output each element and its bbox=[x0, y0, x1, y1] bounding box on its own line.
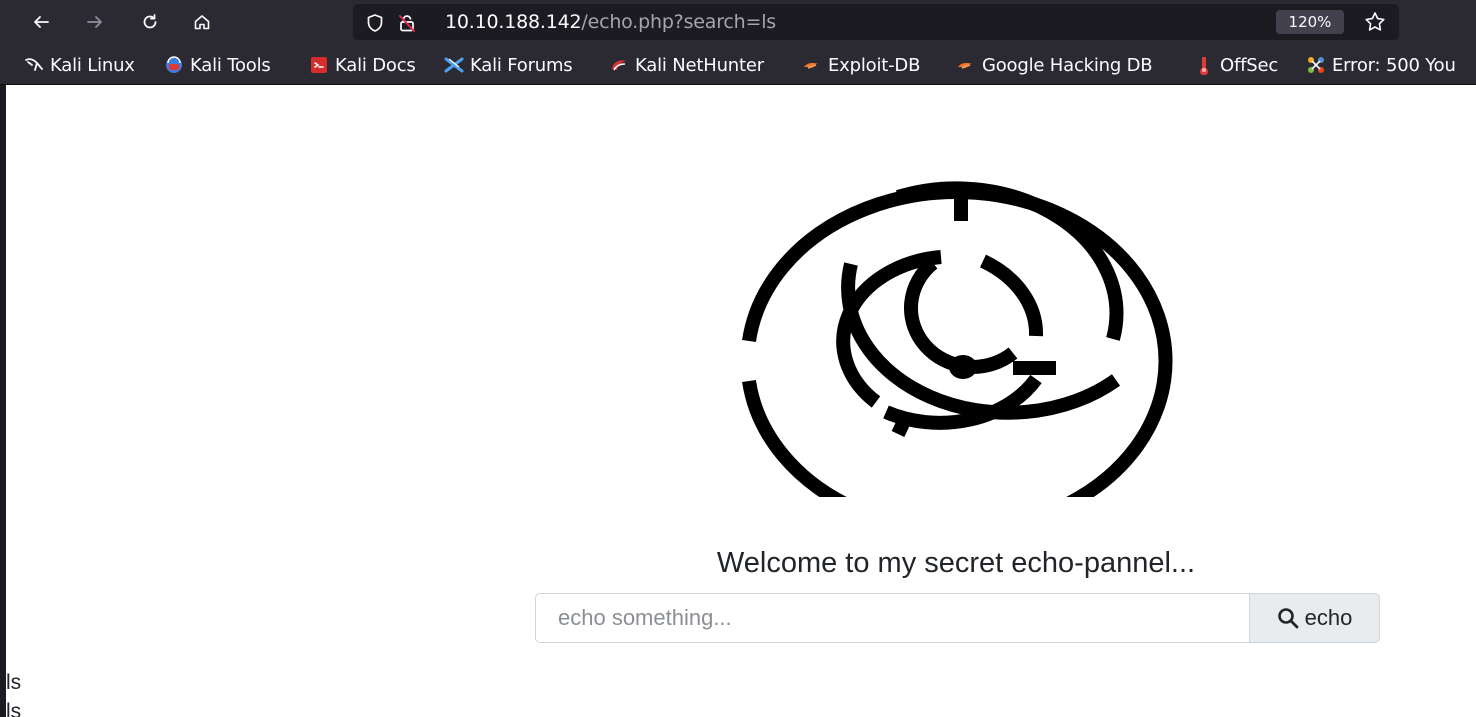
arrow-left-icon bbox=[34, 16, 49, 28]
address-bar[interactable]: 10.10.188.142/echo.php?search=ls 120% bbox=[353, 4, 1399, 40]
maze-icon bbox=[742, 181, 1173, 497]
browser-toolbar: 10.10.188.142/echo.php?search=ls 120% bbox=[0, 0, 1476, 44]
bookmark-label: OffSec bbox=[1220, 54, 1279, 76]
bookmark-exploit-db[interactable]: Exploit-DB bbox=[802, 54, 920, 76]
kali-docs-icon bbox=[311, 57, 327, 73]
insecure-lock-icon[interactable] bbox=[397, 13, 417, 33]
url-text[interactable]: 10.10.188.142/echo.php?search=ls bbox=[445, 11, 776, 33]
bookmark-label: Error: 500 You bbox=[1332, 54, 1456, 76]
echo-search-form: echo bbox=[535, 593, 1380, 643]
echo-button[interactable]: echo bbox=[1249, 593, 1380, 643]
forward-button[interactable] bbox=[81, 8, 109, 36]
page-viewport: Welcome to my secret echo-pannel... echo… bbox=[6, 85, 1476, 717]
bookmark-label: Kali Forums bbox=[470, 54, 573, 76]
echo-output: ls ls bbox=[6, 668, 21, 717]
kali-tools-icon bbox=[166, 56, 182, 73]
url-host: 10.10.188.142 bbox=[445, 11, 582, 33]
tracking-shield-icon[interactable] bbox=[365, 13, 385, 33]
maze-center-dot bbox=[949, 355, 977, 379]
bookmark-label: Kali NetHunter bbox=[635, 54, 764, 76]
bookmark-label: Kali Tools bbox=[190, 54, 271, 76]
bookmark-error-500[interactable]: Error: 500 You bbox=[1306, 54, 1456, 76]
home-button[interactable] bbox=[188, 8, 216, 36]
welcome-heading: Welcome to my secret echo-pannel... bbox=[716, 547, 1196, 579]
search-icon bbox=[1277, 608, 1299, 629]
arrow-right-icon bbox=[87, 16, 102, 28]
back-button[interactable] bbox=[27, 8, 55, 36]
bookmark-kali-linux[interactable]: Kali Linux bbox=[24, 54, 135, 76]
ghdb-icon bbox=[958, 63, 972, 69]
bookmark-kali-tools[interactable]: Kali Tools bbox=[164, 54, 271, 76]
echo-input[interactable] bbox=[535, 593, 1249, 643]
bookmark-offsec[interactable]: OffSec bbox=[1194, 54, 1278, 76]
bookmark-label: Kali Linux bbox=[50, 54, 135, 76]
bookmark-label: Exploit-DB bbox=[828, 54, 921, 76]
maze-ring-3 bbox=[979, 254, 1044, 337]
maze-outer-ring bbox=[742, 185, 1173, 497]
maze-connector-bottom bbox=[891, 409, 915, 438]
exploit-db-icon bbox=[804, 63, 818, 69]
bookmark-google-hacking-db[interactable]: Google Hacking DB bbox=[956, 54, 1153, 76]
output-line: ls bbox=[6, 700, 22, 717]
reload-button[interactable] bbox=[136, 8, 164, 36]
bookmarks-toolbar: Kali Linux Kali Tools Kali Docs Kali For… bbox=[0, 44, 1476, 85]
kali-dragon-icon bbox=[25, 58, 43, 71]
maze-ring-2b bbox=[841, 262, 1121, 420]
bookmark-kali-nethunter[interactable]: Kali NetHunter bbox=[609, 54, 764, 76]
output-line: ls bbox=[6, 671, 22, 694]
zoom-level-badge[interactable]: 120% bbox=[1276, 10, 1344, 34]
home-icon bbox=[194, 15, 210, 30]
bookmark-kali-docs[interactable]: Kali Docs bbox=[309, 54, 416, 76]
kali-forums-icon bbox=[444, 57, 464, 73]
joomla-icon bbox=[1308, 57, 1324, 73]
bookmark-star-icon[interactable] bbox=[1363, 10, 1387, 34]
bookmark-label: Kali Docs bbox=[335, 54, 416, 76]
echo-button-label: echo bbox=[1304, 605, 1353, 630]
kali-nethunter-icon bbox=[612, 60, 626, 71]
bookmark-kali-forums[interactable]: Kali Forums bbox=[444, 54, 573, 76]
bookmark-label: Google Hacking DB bbox=[982, 54, 1153, 76]
offsec-icon bbox=[1200, 57, 1208, 75]
reload-icon bbox=[143, 14, 157, 29]
maze-inner-ring bbox=[904, 257, 1018, 374]
url-path: /echo.php?search=ls bbox=[581, 11, 776, 33]
